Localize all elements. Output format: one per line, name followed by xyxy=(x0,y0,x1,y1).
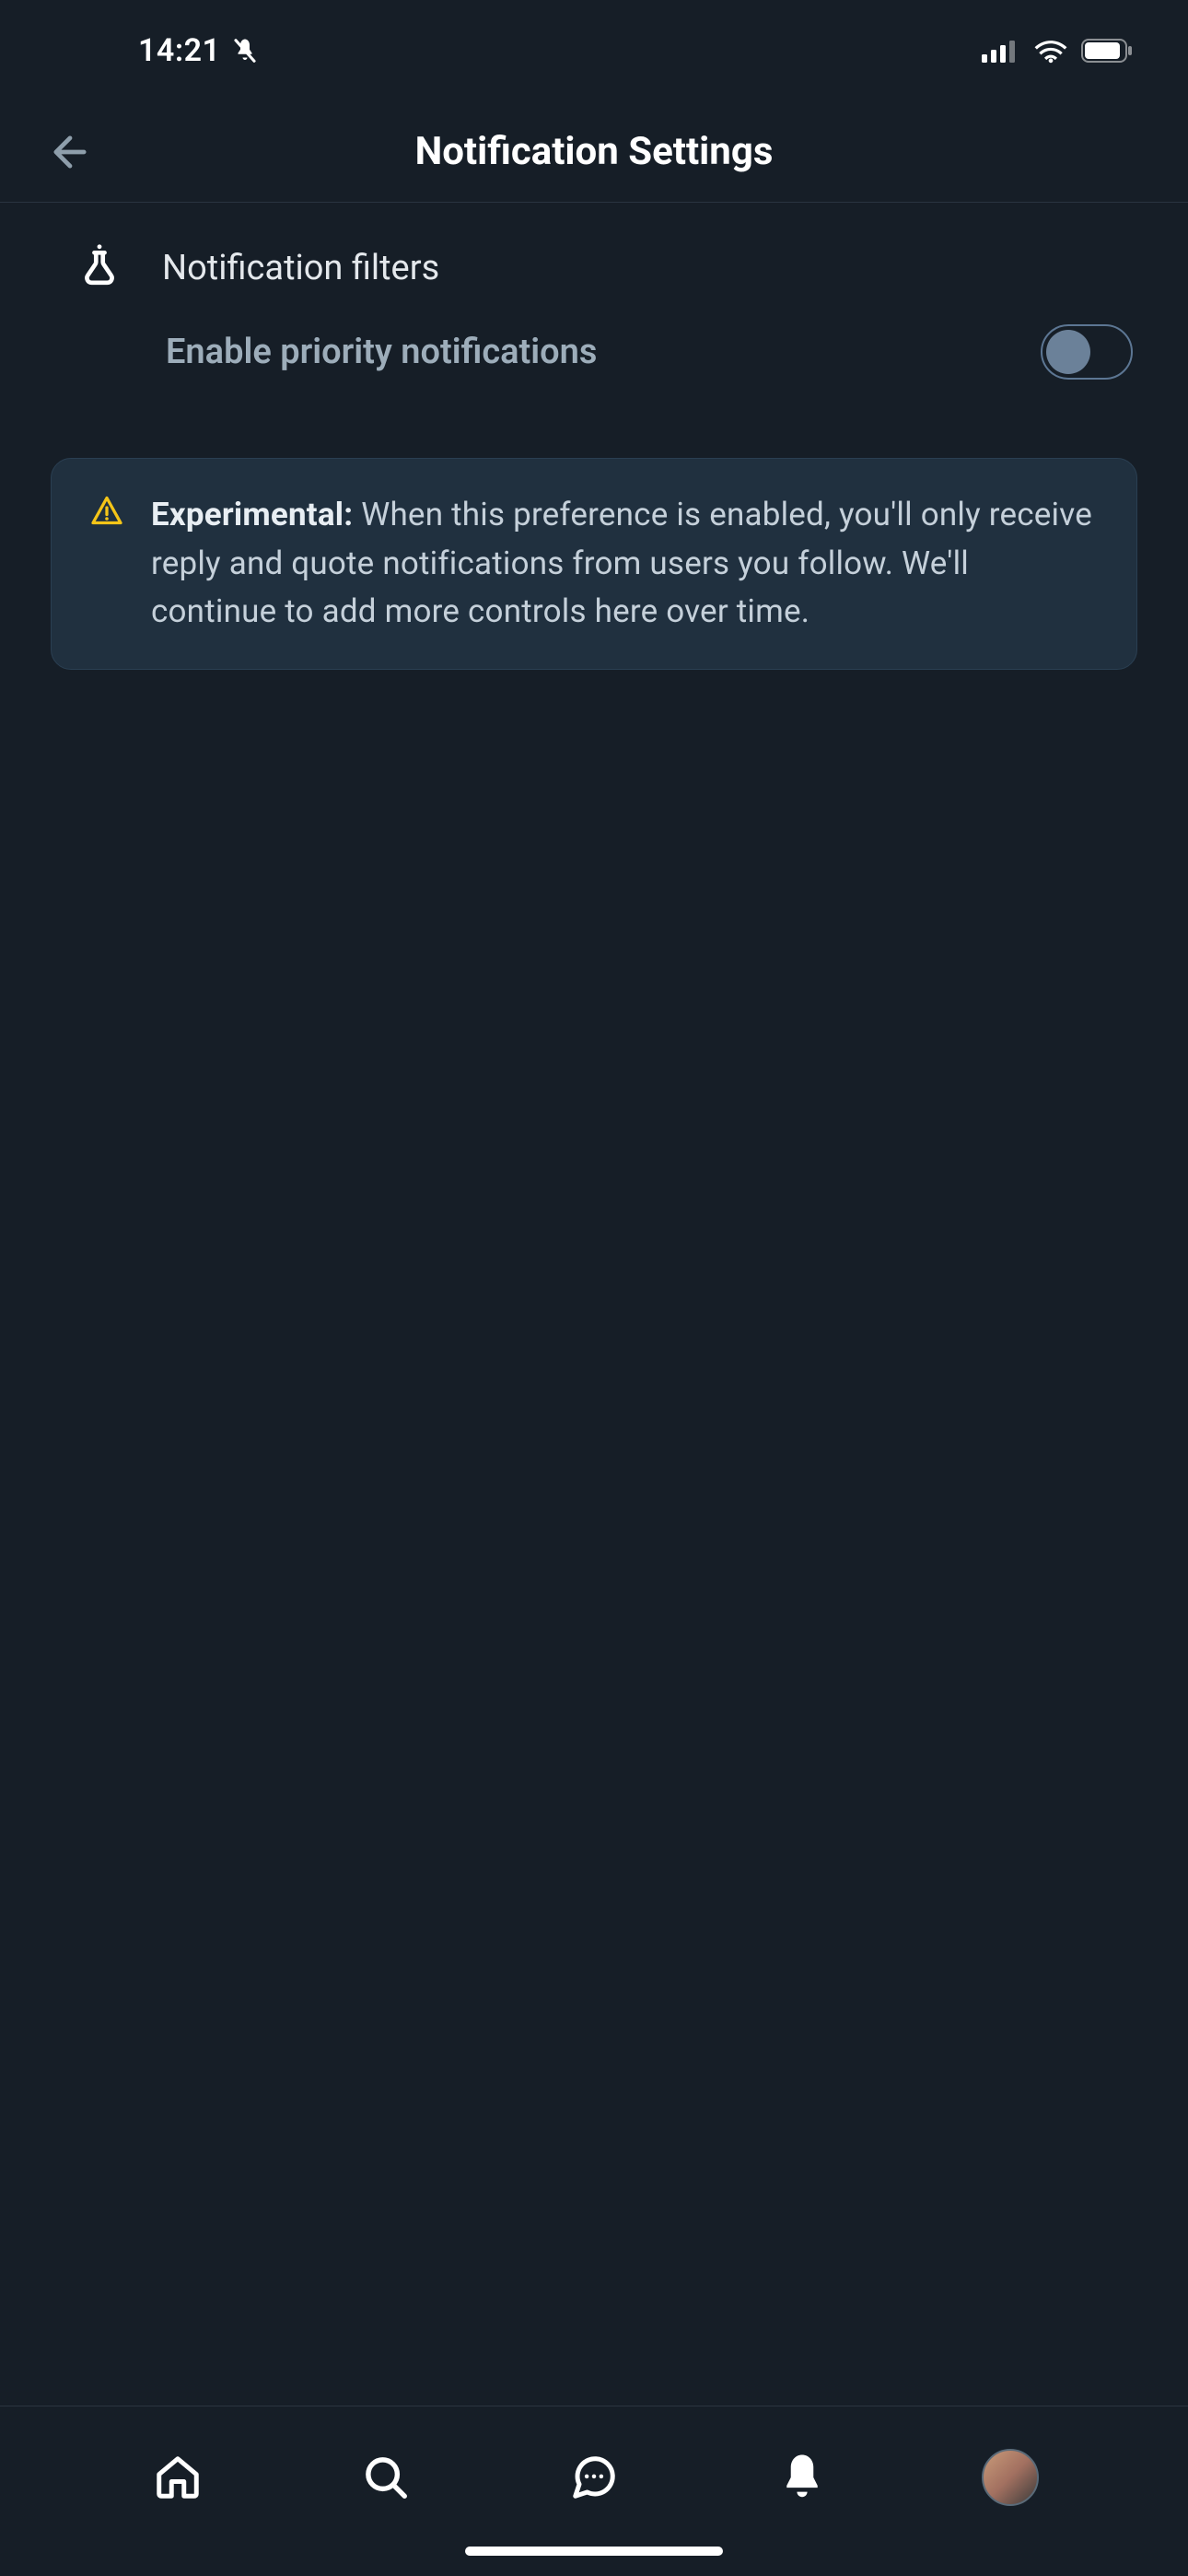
battery-icon xyxy=(1081,39,1133,63)
nav-search[interactable] xyxy=(344,2436,427,2519)
status-bar-left: 14:21 xyxy=(138,32,259,69)
nav-home[interactable] xyxy=(136,2436,219,2519)
status-bar-right xyxy=(982,38,1133,64)
setting-row-priority: Enable priority notifications xyxy=(51,324,1137,380)
info-text: Experimental: When this preference is en… xyxy=(151,491,1100,637)
info-prefix: Experimental: xyxy=(151,496,353,533)
nav-chat[interactable] xyxy=(553,2436,635,2519)
avatar-icon xyxy=(982,2449,1039,2506)
toggle-knob xyxy=(1046,330,1090,374)
content-area: Notification filters Enable priority not… xyxy=(0,203,1188,670)
page-title: Notification Settings xyxy=(28,129,1160,174)
beaker-icon xyxy=(78,244,121,292)
arrow-left-icon xyxy=(46,128,94,176)
nav-profile[interactable] xyxy=(969,2436,1052,2519)
info-box: Experimental: When this preference is en… xyxy=(51,458,1137,670)
cellular-signal-icon xyxy=(982,39,1020,63)
wifi-icon xyxy=(1033,38,1068,64)
status-time: 14:21 xyxy=(138,32,220,69)
chat-icon xyxy=(569,2453,619,2502)
priority-notifications-toggle[interactable] xyxy=(1041,324,1133,380)
setting-label: Enable priority notifications xyxy=(166,332,597,372)
section-header: Notification filters xyxy=(51,244,1137,292)
app-header: Notification Settings xyxy=(0,101,1188,203)
bell-muted-icon xyxy=(231,36,259,65)
home-indicator[interactable] xyxy=(465,2547,723,2556)
status-bar: 14:21 xyxy=(0,0,1188,101)
bell-icon xyxy=(777,2451,827,2504)
back-button[interactable] xyxy=(46,128,94,176)
home-icon xyxy=(153,2453,203,2502)
warning-triangle-icon xyxy=(90,495,123,637)
nav-notifications[interactable] xyxy=(761,2436,844,2519)
section-title: Notification filters xyxy=(162,248,439,288)
search-icon xyxy=(361,2453,411,2502)
